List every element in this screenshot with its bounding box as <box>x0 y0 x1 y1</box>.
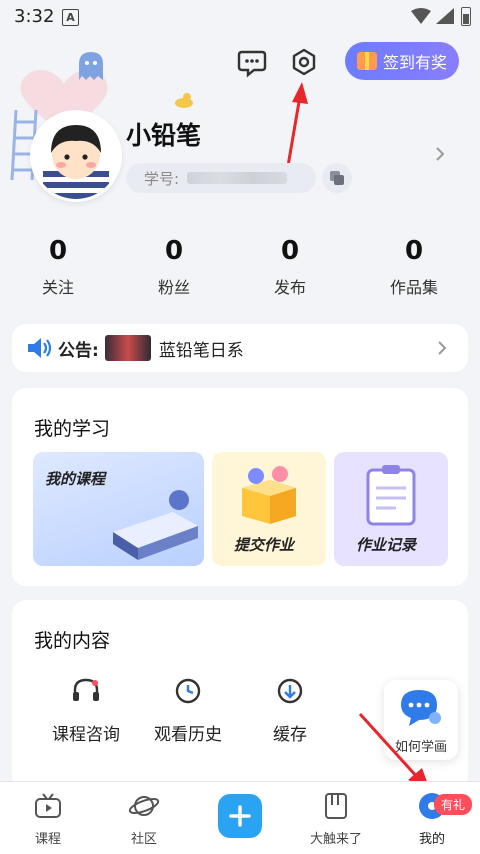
avatar[interactable] <box>30 110 122 202</box>
signal-icon <box>436 8 454 24</box>
my-content-title: 我的内容 <box>34 630 111 652</box>
speaker-icon <box>28 338 52 358</box>
course-consult-item[interactable]: 课程咨询 <box>36 676 136 745</box>
stat-label: 作品集 <box>389 278 438 297</box>
course-consult-label: 课程咨询 <box>52 725 120 745</box>
notice-text: 蓝铅笔日系 <box>158 340 244 361</box>
signin-reward-button[interactable]: 签到有奖 <box>345 42 459 80</box>
homework-record-label: 作业记录 <box>356 536 417 554</box>
nav-label-courses: 课程 <box>34 832 61 847</box>
student-id-label: 学号: <box>144 169 180 188</box>
stat-label: 发布 <box>273 278 306 297</box>
settings-icon[interactable] <box>286 44 322 80</box>
student-id-pill: 学号: <box>126 163 316 193</box>
my-study-title: 我的学习 <box>34 418 111 440</box>
stat-count: 0 <box>164 236 184 266</box>
cache-label: 缓存 <box>273 725 307 745</box>
status-bar: 3:32 A <box>0 0 480 34</box>
stat-label: 粉丝 <box>157 278 190 297</box>
notice-chevron-right-icon <box>438 341 447 355</box>
my-courses-tile[interactable]: 我的课程 <box>33 452 204 566</box>
tv-icon <box>35 793 61 818</box>
stat-following[interactable]: 0 关注 <box>13 236 103 298</box>
submit-homework-label: 提交作业 <box>234 536 295 554</box>
my-courses-label: 我的课程 <box>45 470 106 488</box>
nav-label-mine: 我的 <box>418 832 445 847</box>
cache-item[interactable]: 缓存 <box>240 676 340 745</box>
message-icon[interactable] <box>234 44 270 80</box>
gift-badge: 有礼 <box>434 794 473 815</box>
watch-history-item[interactable]: 观看历史 <box>138 676 238 745</box>
history-icon <box>175 678 201 704</box>
annotation-arrow-icon <box>286 82 308 167</box>
notice-label: 公告: <box>58 340 99 361</box>
copy-icon <box>330 171 344 185</box>
duck-decoration-icon <box>175 93 193 108</box>
planet-icon <box>128 796 160 816</box>
stat-label: 关注 <box>41 278 74 297</box>
stat-followers[interactable]: 0 粉丝 <box>129 236 219 298</box>
notification-a-icon: A <box>62 9 79 26</box>
status-time: 3:32 <box>14 6 55 27</box>
bottom-nav: 课程 社区 大触来了 我的 有礼 <box>0 781 480 854</box>
stat-posts[interactable]: 0 发布 <box>245 236 335 298</box>
clipboard-icon <box>366 465 416 526</box>
avatar-boy-icon <box>33 113 119 199</box>
username: 小铅笔 <box>126 121 202 150</box>
notebook-icon <box>325 793 347 819</box>
create-plus-button[interactable] <box>218 794 262 838</box>
stat-count: 0 <box>48 236 68 266</box>
notice-thumbnail <box>104 335 151 361</box>
signin-label: 签到有奖 <box>382 53 447 72</box>
stat-count: 0 <box>280 236 300 266</box>
nav-label-community: 社区 <box>130 832 157 847</box>
gift-box-icon <box>242 466 296 524</box>
annotation-arrow-2-icon <box>358 712 430 790</box>
ghost-decoration-icon <box>79 52 103 80</box>
plus-icon <box>229 805 251 827</box>
submit-homework-tile[interactable]: 提交作业 <box>212 452 326 566</box>
copy-id-button[interactable] <box>322 163 352 193</box>
wifi-icon <box>411 8 431 24</box>
student-id-blurred-value <box>187 172 288 184</box>
stat-portfolios[interactable]: 0 作品集 <box>369 236 459 298</box>
homework-record-tile[interactable]: 作业记录 <box>334 452 448 566</box>
nav-item-masters[interactable]: 大触来了 <box>296 790 376 847</box>
my-study-section: 我的学习 我的课程 提交作业 作业记录 <box>12 388 468 586</box>
gift-icon <box>356 52 377 70</box>
nav-label-masters: 大触来了 <box>309 832 362 847</box>
headset-icon <box>73 678 99 701</box>
nav-item-courses[interactable]: 课程 <box>8 790 88 847</box>
notice-bar[interactable]: 公告: 蓝铅笔日系 <box>12 324 468 372</box>
stat-count: 0 <box>404 236 424 266</box>
book-icon <box>113 490 198 560</box>
download-icon <box>277 678 303 704</box>
battery-icon <box>461 7 471 26</box>
profile-chevron-right-icon[interactable] <box>430 144 450 164</box>
nav-item-community[interactable]: 社区 <box>104 790 184 847</box>
watch-history-label: 观看历史 <box>154 725 222 745</box>
